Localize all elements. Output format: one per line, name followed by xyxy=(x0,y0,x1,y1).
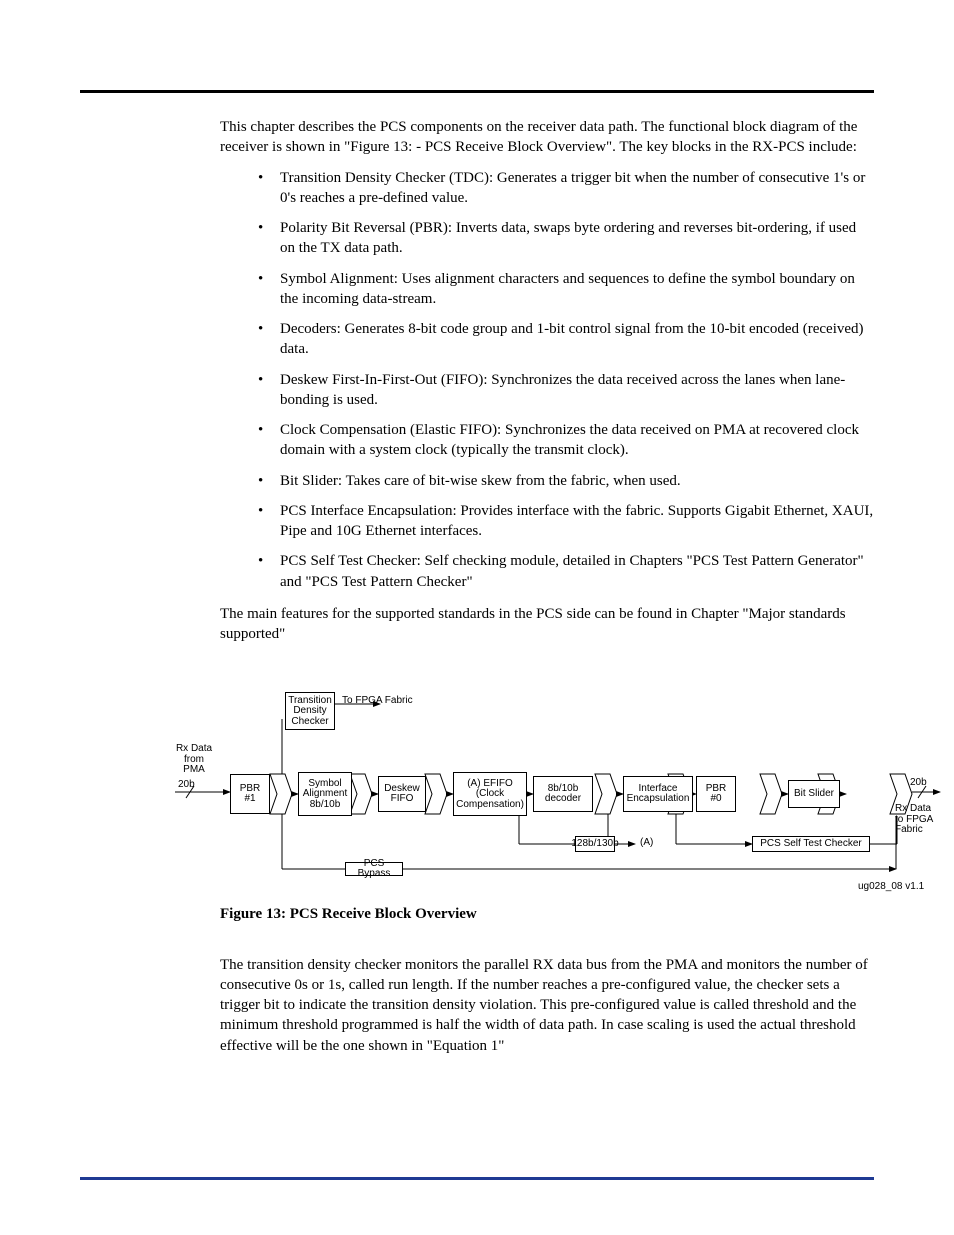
block-8b10b-decoder: 8b/10b decoder xyxy=(533,776,593,812)
list-item: Bit Slider: Takes care of bit-wise skew … xyxy=(258,471,874,491)
top-rule xyxy=(80,90,874,93)
block-symbol-alignment: Symbol Alignment 8b/10b xyxy=(298,772,352,816)
footer-rule xyxy=(80,1177,874,1180)
tdc-paragraph: The transition density checker monitors … xyxy=(220,955,874,1056)
body-content: This chapter describes the PCS component… xyxy=(220,117,874,1056)
label-a: (A) xyxy=(640,838,653,849)
block-tdc: Transition Density Checker xyxy=(285,692,335,730)
block-pbr0: PBR #0 xyxy=(696,776,736,812)
block-pcs-bypass: PCS Bypass xyxy=(345,862,403,876)
label-20b-out: 20b xyxy=(910,778,927,789)
block-deskew-fifo: Deskew FIFO xyxy=(378,776,426,812)
block-interface-encapsulation: Interface Encapsulation xyxy=(623,776,693,812)
list-item: Clock Compensation (Elastic FIFO): Synch… xyxy=(258,420,874,461)
list-item: Symbol Alignment: Uses alignment charact… xyxy=(258,269,874,310)
label-20b-in: 20b xyxy=(178,780,195,791)
block-pcs-self-test-checker: PCS Self Test Checker xyxy=(752,836,870,852)
list-item: Transition Density Checker (TDC): Genera… xyxy=(258,168,874,209)
block-efifo: (A) EFIFO (Clock Compensation) xyxy=(453,772,527,816)
block-bit-slider: Bit Slider xyxy=(788,780,840,808)
label-to-fpga-fabric: To FPGA Fabric xyxy=(342,696,413,707)
feature-list: Transition Density Checker (TDC): Genera… xyxy=(220,168,874,592)
figure-caption: Figure 13: PCS Receive Block Overview xyxy=(220,904,874,924)
label-rx-to-fabric: Rx Data to FPGA Fabric xyxy=(895,804,950,836)
list-item: PCS Interface Encapsulation: Provides in… xyxy=(258,501,874,542)
list-item: Deskew First-In-First-Out (FIFO): Synchr… xyxy=(258,370,874,411)
list-item: PCS Self Test Checker: Self checking mod… xyxy=(258,551,874,592)
intro-paragraph: This chapter describes the PCS component… xyxy=(220,117,874,158)
figure-pcs-receive: Transition Density Checker To FPGA Fabri… xyxy=(170,674,930,894)
block-128b130b: 128b/130b xyxy=(575,836,615,852)
figure-tag: ug028_08 v1.1 xyxy=(858,882,924,893)
list-item: Polarity Bit Reversal (PBR): Inverts dat… xyxy=(258,218,874,259)
label-rx-from-pma: Rx Data from PMA xyxy=(170,744,218,776)
list-item: Decoders: Generates 8-bit code group and… xyxy=(258,319,874,360)
after-list-paragraph: The main features for the supported stan… xyxy=(220,604,874,645)
block-pbr1: PBR #1 xyxy=(230,774,270,814)
